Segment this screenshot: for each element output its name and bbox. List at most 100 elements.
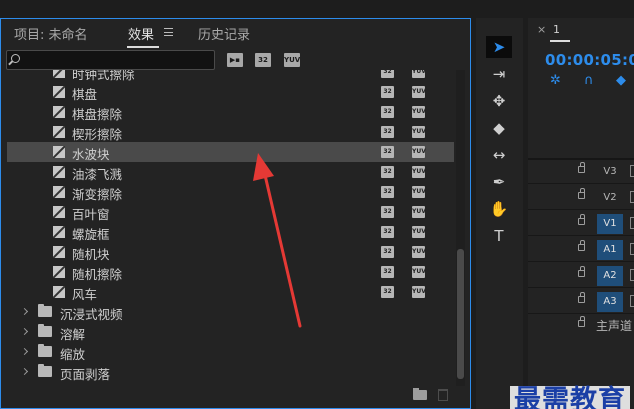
badge-32-icon: 32 xyxy=(381,266,394,278)
badge-yuv-icon: YUV xyxy=(412,286,426,298)
linked-selection-icon[interactable]: ∩ xyxy=(584,73,594,88)
razor-icon[interactable]: ◆ xyxy=(486,117,512,139)
sync-lock-icon[interactable] xyxy=(630,295,634,307)
track-header[interactable]: V3 xyxy=(528,160,634,184)
trash-icon[interactable] xyxy=(438,389,448,401)
pen-icon[interactable]: ✒ xyxy=(486,171,512,193)
chevron-right-icon[interactable] xyxy=(20,327,29,336)
list-item[interactable]: 螺旋框 32 YUV xyxy=(7,222,454,242)
lock-icon[interactable] xyxy=(578,162,585,173)
list-item[interactable]: 时钟式擦除 32 YUV xyxy=(7,70,454,82)
slip-icon[interactable]: ↔ xyxy=(486,144,512,166)
effect-icon xyxy=(53,286,65,298)
tab-project[interactable]: 项目: 未命名 xyxy=(14,24,88,43)
list-item[interactable]: 楔形擦除 32 YUV xyxy=(7,122,454,142)
effect-icon xyxy=(53,70,65,78)
filter-32bit-button[interactable]: 32 xyxy=(255,53,271,67)
folder-row[interactable]: 页面剥落 xyxy=(7,362,454,382)
badge-32-icon: 32 xyxy=(381,226,394,238)
lock-icon[interactable] xyxy=(578,316,585,327)
track-header[interactable]: V2 xyxy=(528,186,634,210)
timeline-panel: × 1 00:00:05:00 ✲ ∩ ◆ V3 V2 V1 A1 A2 A3 主声道 xyxy=(528,18,634,409)
hand-icon[interactable]: ✋ xyxy=(486,198,512,220)
track-header[interactable]: A1 xyxy=(528,238,634,262)
folder-label: 溶解 xyxy=(60,327,86,342)
track-divider xyxy=(528,313,634,314)
chevron-right-icon[interactable] xyxy=(20,367,29,376)
search-icon xyxy=(11,54,20,63)
chevron-right-icon[interactable] xyxy=(20,347,29,356)
tab-effects[interactable]: 效果 xyxy=(128,24,154,43)
tab-history[interactable]: 历史记录 xyxy=(198,24,250,43)
type-icon[interactable]: T xyxy=(486,225,512,247)
folder-label: 缩放 xyxy=(60,347,86,362)
effect-icon xyxy=(53,106,65,118)
list-item[interactable]: 随机块 32 YUV xyxy=(7,242,454,262)
add-marker-icon[interactable]: ◆ xyxy=(616,73,626,88)
lock-icon[interactable] xyxy=(578,240,585,251)
effect-icon xyxy=(53,266,65,278)
effect-icon xyxy=(53,186,65,198)
list-item[interactable]: 风车 32 YUV xyxy=(7,282,454,302)
sync-lock-icon[interactable] xyxy=(630,269,634,281)
track-select-icon[interactable]: ⇥ xyxy=(486,63,512,85)
folder-row[interactable]: 缩放 xyxy=(7,342,454,362)
list-item[interactable]: 水波块 32 YUV xyxy=(7,142,454,162)
ripple-edit-icon[interactable]: ✥ xyxy=(486,90,512,112)
folder-icon xyxy=(38,304,52,317)
badge-32-icon: 32 xyxy=(381,86,394,98)
badge-yuv-icon: YUV xyxy=(412,266,426,278)
track-header[interactable]: A2 xyxy=(528,264,634,288)
selection-tool-icon[interactable]: ➤ xyxy=(486,36,512,58)
effect-icon xyxy=(53,166,65,178)
folder-row[interactable]: 溶解 xyxy=(7,322,454,342)
sync-lock-icon[interactable] xyxy=(630,165,634,177)
lock-icon[interactable] xyxy=(578,188,585,199)
effect-label: 渐变擦除 xyxy=(72,187,123,202)
track-target-toggle[interactable]: A2 xyxy=(597,266,623,286)
lock-icon[interactable] xyxy=(578,292,585,303)
master-track-label: 主声道 xyxy=(596,319,633,333)
sync-lock-icon[interactable] xyxy=(630,217,634,229)
list-item[interactable]: 棋盘擦除 32 YUV xyxy=(7,102,454,122)
track-target-toggle[interactable]: V3 xyxy=(597,162,623,182)
effect-label: 棋盘擦除 xyxy=(72,107,123,122)
track-target-toggle[interactable]: V2 xyxy=(597,188,623,208)
track-divider xyxy=(528,183,634,184)
track-divider xyxy=(528,209,634,210)
playhead-timecode[interactable]: 00:00:05:00 xyxy=(545,51,634,69)
effect-icon xyxy=(53,126,65,138)
snap-icon[interactable]: ✲ xyxy=(550,73,561,88)
track-target-toggle[interactable]: A3 xyxy=(597,292,623,312)
scrollbar-thumb[interactable] xyxy=(457,249,464,379)
track-header[interactable]: A3 xyxy=(528,290,634,314)
effect-label: 水波块 xyxy=(72,147,110,162)
folder-row[interactable]: 沉浸式视频 xyxy=(7,302,454,322)
effects-search-input[interactable] xyxy=(6,50,215,70)
panel-menu-icon[interactable] xyxy=(164,28,173,36)
lock-icon[interactable] xyxy=(578,266,585,277)
badge-32-icon: 32 xyxy=(381,166,394,178)
accelerated-filter-icon[interactable]: ▶▪ xyxy=(227,53,243,67)
list-item[interactable]: 渐变擦除 32 YUV xyxy=(7,182,454,202)
close-icon[interactable]: × xyxy=(537,23,546,36)
lock-icon[interactable] xyxy=(578,214,585,225)
list-item[interactable]: 棋盘 32 YUV xyxy=(7,82,454,102)
track-target-toggle[interactable]: A1 xyxy=(597,240,623,260)
list-item[interactable]: 随机擦除 32 YUV xyxy=(7,262,454,282)
effect-label: 螺旋框 xyxy=(72,227,110,242)
list-item[interactable]: 百叶窗 32 YUV xyxy=(7,202,454,222)
filter-yuv-button[interactable]: YUV xyxy=(284,53,300,67)
new-bin-icon[interactable] xyxy=(413,388,427,400)
badge-32-icon: 32 xyxy=(381,70,394,78)
sync-lock-icon[interactable] xyxy=(630,243,634,255)
badge-32-icon: 32 xyxy=(381,286,394,298)
sync-lock-icon[interactable] xyxy=(630,191,634,203)
track-target-toggle[interactable]: V1 xyxy=(597,214,623,234)
effects-tree: 时钟式擦除 32 YUV 棋盘 32 YUV 棋盘擦除 32 YUV 楔形擦除 32 YUV 水波… xyxy=(7,70,454,386)
badge-yuv-icon: YUV xyxy=(412,126,426,138)
tab-sequence[interactable]: 1 xyxy=(553,23,560,36)
chevron-right-icon[interactable] xyxy=(20,307,29,316)
track-header[interactable]: V1 xyxy=(528,212,634,236)
list-item[interactable]: 油漆飞溅 32 YUV xyxy=(7,162,454,182)
